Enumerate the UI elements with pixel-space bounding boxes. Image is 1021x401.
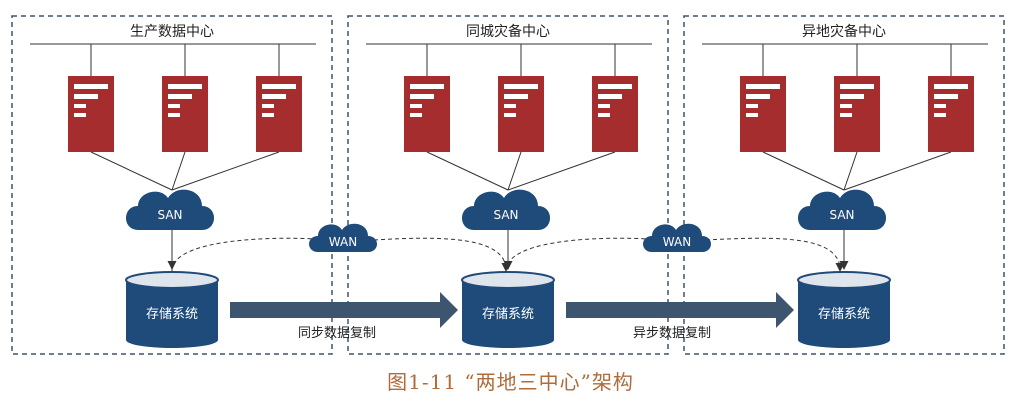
storage-cylinder-icon: 存储系统 <box>125 271 219 348</box>
storage-label: 存储系统 <box>818 307 870 322</box>
server-icon <box>928 76 974 152</box>
wan-link-line <box>373 237 511 272</box>
datacenter-title: 生产数据中心 <box>130 24 214 40</box>
server-icon <box>592 76 638 152</box>
wan-cloud-2: WAN <box>643 223 711 252</box>
server-icon <box>498 76 544 152</box>
wan-link-line <box>505 237 663 272</box>
async-replication-arrow: 异步数据复制 <box>566 292 794 341</box>
storage-cylinder-icon: 存储系统 <box>797 271 891 348</box>
server-icon <box>256 76 302 152</box>
figure-caption: 图1-11 “两地三中心”架构 <box>387 370 634 394</box>
san-cloud-icon: SAN <box>462 189 550 230</box>
wan-label: WAN <box>663 235 691 249</box>
san-label: SAN <box>829 208 854 222</box>
san-label: SAN <box>157 208 182 222</box>
wan-cloud-1: WAN <box>309 223 377 252</box>
storage-cylinder-icon: 存储系统 <box>461 271 555 348</box>
wan-link-line <box>705 237 845 272</box>
datacenter-title: 异地灾备中心 <box>802 23 886 40</box>
server-icon <box>162 76 208 152</box>
server-san-link <box>507 151 616 191</box>
server-icon <box>68 76 114 152</box>
server-san-link <box>843 151 952 191</box>
server-san-link <box>90 151 173 191</box>
datacenter-title: 同城灾备中心 <box>466 23 550 40</box>
storage-label: 存储系统 <box>146 307 198 322</box>
server-san-link <box>426 151 509 191</box>
replication-label: 同步数据复制 <box>298 326 376 341</box>
storage-label: 存储系统 <box>482 307 534 322</box>
wan-label: WAN <box>329 235 357 249</box>
server-icon <box>834 76 880 152</box>
san-cloud-icon: SAN <box>798 189 886 230</box>
architecture-diagram: 生产数据中心 SAN 存储系统 同城灾备中心 SAN 存储系统 异地灾备中心 SAN… <box>11 15 1005 355</box>
replication-label: 异步数据复制 <box>633 326 711 341</box>
server-san-link <box>171 151 280 191</box>
server-icon <box>404 76 450 152</box>
server-san-link <box>171 151 186 191</box>
san-cloud-icon: SAN <box>126 189 214 230</box>
server-san-link <box>507 151 522 191</box>
san-label: SAN <box>493 208 518 222</box>
server-san-link <box>843 151 858 191</box>
server-san-link <box>762 151 845 191</box>
server-icon <box>740 76 786 152</box>
wan-link-line <box>171 237 331 272</box>
sync-replication-arrow: 同步数据复制 <box>230 292 458 341</box>
